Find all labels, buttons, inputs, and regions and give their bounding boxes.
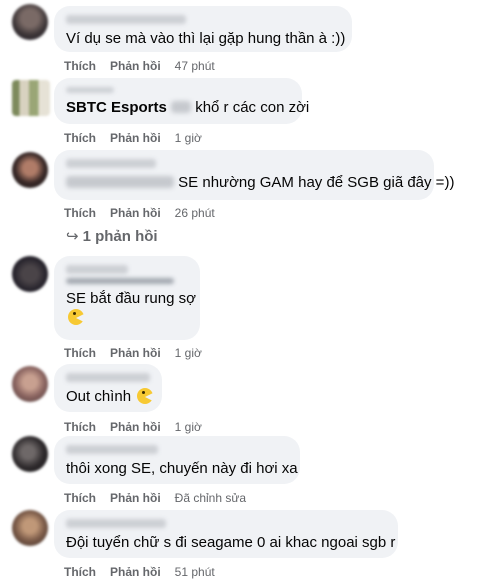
reply-button[interactable]: Phản hồi (110, 131, 161, 145)
avatar[interactable] (12, 80, 50, 116)
timestamp[interactable]: 47 phút (175, 59, 215, 73)
replies-count: 1 phản hồi (82, 228, 158, 245)
reply-button[interactable]: Phản hồi (110, 206, 161, 220)
like-button[interactable]: Thích (64, 206, 96, 220)
comment-bubble: SE nhường GAM hay để SGB giã đây =)) (54, 150, 454, 200)
avatar[interactable] (12, 366, 48, 402)
comment-actions: Thích Phản hồi 1 giờ (64, 346, 216, 360)
comment-bubble: Ví dụ se mà vào thì lại gặp hung thần à … (54, 6, 352, 52)
comment-actions: Thích Phản hồi 51 phút (64, 565, 229, 579)
author-name-blurred (66, 159, 156, 168)
pacman-emoji-icon (137, 388, 154, 404)
author-name-blurred (66, 373, 150, 382)
comment-text: SE bắt đầu rung sợ (66, 290, 196, 307)
reply-arrow-icon: ↪ (66, 228, 79, 245)
like-button[interactable]: Thích (64, 346, 96, 360)
reply-button[interactable]: Phản hồi (110, 59, 161, 73)
author-subtitle-blurred (66, 278, 174, 284)
comment-text: Đội tuyển chữ s đi seagame 0 ai khac ngo… (66, 534, 396, 551)
redacted-text (66, 176, 174, 188)
comment-text: SE nhường GAM hay để SGB giã đây =)) (66, 173, 454, 192)
comment-text: thôi xong SE, chuyến này đi hơi xa (66, 460, 298, 477)
comment-body: khổ r các con zời (195, 99, 310, 116)
timestamp[interactable]: 26 phút (175, 206, 215, 220)
like-button[interactable]: Thích (64, 59, 96, 73)
like-button[interactable]: Thích (64, 565, 96, 579)
author-name-blurred (66, 15, 186, 24)
tagged-author[interactable]: SBTC Esports (66, 99, 167, 116)
reply-button[interactable]: Phản hồi (110, 420, 161, 434)
view-replies-link[interactable]: ↪ 1 phản hồi (66, 227, 158, 245)
author-name-blurred (66, 87, 114, 93)
reply-button[interactable]: Phản hồi (110, 491, 161, 505)
comment-emoji (66, 308, 188, 327)
reply-button[interactable]: Phản hồi (110, 346, 161, 360)
comment-bubble: SBTC Esports khổ r các con zời (54, 78, 309, 124)
avatar[interactable] (12, 436, 48, 472)
avatar[interactable] (12, 4, 48, 40)
reply-button[interactable]: Phản hồi (110, 565, 161, 579)
comment-text: Out chình (66, 387, 154, 406)
author-name-blurred (66, 445, 158, 454)
comment-actions: Thích Phản hồi 1 giờ (64, 420, 216, 434)
like-button[interactable]: Thích (64, 420, 96, 434)
timestamp[interactable]: 51 phút (175, 565, 215, 579)
timestamp[interactable]: 1 giờ (175, 420, 202, 434)
redacted-text (171, 101, 192, 113)
edited-label: Đã chỉnh sửa (174, 491, 247, 505)
avatar[interactable] (12, 510, 48, 546)
avatar[interactable] (12, 152, 48, 188)
comment-body: Out chình (66, 388, 132, 405)
comment-bubble: Đội tuyển chữ s đi seagame 0 ai khac ngo… (54, 510, 398, 558)
timestamp[interactable]: 1 giờ (175, 346, 202, 360)
comment-bubble: SE bắt đầu rung sợ (54, 256, 200, 340)
timestamp[interactable]: 1 giờ (175, 131, 202, 145)
comment-actions: Thích Phản hồi Đã chỉnh sửa (64, 491, 260, 505)
comment-bubble: thôi xong SE, chuyến này đi hơi xa (54, 436, 300, 484)
avatar[interactable] (12, 256, 48, 292)
comment-bubble: Out chình (54, 364, 162, 412)
author-name-blurred (66, 519, 166, 528)
like-button[interactable]: Thích (64, 491, 96, 505)
like-button[interactable]: Thích (64, 131, 96, 145)
comment-text: SBTC Esports khổ r các con zời (66, 98, 309, 117)
pacman-emoji-icon (68, 309, 84, 325)
comment-actions: Thích Phản hồi 1 giờ (64, 131, 216, 145)
author-name-blurred (66, 265, 128, 274)
comment-text: Ví dụ se mà vào thì lại gặp hung thần à … (66, 30, 346, 47)
comment-body: SE nhường GAM hay để SGB giã đây =)) (178, 174, 455, 191)
comment-actions: Thích Phản hồi 47 phút (64, 59, 229, 73)
comment-actions: Thích Phản hồi 26 phút (64, 206, 229, 220)
